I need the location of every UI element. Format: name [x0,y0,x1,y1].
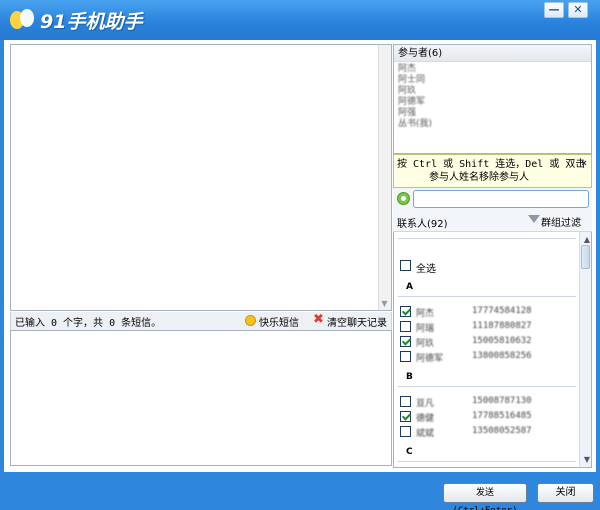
main-window: 91手机助手 — ✕ ▼ 已输入 0 个字，共 0 条短信。 快乐短信 ✖ 清空… [0,0,600,510]
participant-item[interactable]: 阿士同 [398,75,587,86]
group-filter-button[interactable]: 群组过滤 [541,214,581,229]
chat-history-pane[interactable]: ▼ [10,44,392,311]
contact-checkbox[interactable] [400,321,411,332]
minimize-button[interactable]: — [544,2,564,18]
group-letter: C [406,447,413,457]
select-all-row[interactable]: 全选 [394,258,580,275]
search-icon [397,192,410,205]
contact-search-input[interactable] [413,190,589,208]
tip-line-2: 参与人姓名移除参与人 [429,172,529,183]
contact-phone: 15005810632 [472,336,532,346]
participant-item[interactable]: 阿杰 [398,64,587,75]
divider [398,238,576,239]
participant-item[interactable]: 阿强 [398,108,587,119]
app-logo: 91手机助手 [10,7,142,33]
contact-checkbox[interactable] [400,426,411,437]
contact-phone: 13800858256 [472,351,532,361]
contact-name: 斌斌 [416,429,435,439]
smiley-icon[interactable] [245,315,256,326]
send-button[interactable]: 发送(Ctrl+Enter) [443,483,527,510]
select-all-label: 全选 [416,264,436,275]
group-letter: B [406,372,413,382]
contact-name: 亘凡 [416,399,435,409]
participant-item[interactable]: 丛书(我) [398,119,587,130]
tip-close-icon[interactable]: × [581,157,587,170]
group-divider [398,386,576,387]
logo-icon [10,8,36,32]
contact-phone: 15008787130 [472,396,532,406]
message-compose-input[interactable] [10,330,392,466]
close-button[interactable]: 关闭 [537,483,594,503]
contact-row[interactable]: 阿玖 15005810632 [394,334,580,349]
contacts-header: 联系人(92) 群组过滤 [393,210,592,232]
contact-phone: 17788516485 [472,411,532,421]
contact-row[interactable]: 阿德军 13800858256 [394,349,580,364]
contact-checkbox[interactable] [400,351,411,362]
contact-row[interactable]: 阿杰 17774584128 [394,304,580,319]
scroll-down-icon[interactable]: ▼ [380,299,389,308]
title-bar: 91手机助手 — ✕ [0,0,600,40]
scroll-down-icon[interactable]: ▼ [584,455,590,464]
contact-checkbox[interactable] [400,306,411,317]
tip-line-1: 按 Ctrl 或 Shift 连选，Del 或 双击 [397,159,586,170]
contact-row[interactable]: 亘凡 15008787130 [394,394,580,409]
contact-name: 阿玖 [416,339,435,349]
contact-phone: 17774584128 [472,306,532,316]
participant-item[interactable]: 阿玖 [398,86,587,97]
participant-item[interactable]: 阿德军 [398,97,587,108]
contacts-title: 联系人(92) [397,219,448,230]
participants-header: 参与者(6) [394,45,591,62]
contact-row[interactable]: 德健 17788516485 [394,409,580,424]
chat-history-scrollbar[interactable]: ▼ [378,45,391,310]
contact-checkbox[interactable] [400,396,411,407]
right-panel: 参与者(6) 阿杰 阿士同 阿玖 阿德军 阿强 丛书(我) 按 Ctrl 或 Shift … [393,44,592,468]
dialog-body: ▼ 已输入 0 个字，共 0 条短信。 快乐短信 ✖ 清空聊天记录 参与者(6)… [4,40,596,472]
contact-row[interactable]: 阿瑞 11187880827 [394,319,580,334]
contact-list-scrollbar[interactable]: ▲ ▼ [579,232,591,467]
app-title: 91手机助手 [40,10,143,33]
contact-name: 阿杰 [416,309,435,319]
contact-checkbox[interactable] [400,336,411,347]
search-row [393,188,592,210]
select-all-checkbox[interactable] [400,260,411,271]
contact-name: 阿德军 [416,354,444,364]
contact-phone: 13508052587 [472,426,532,436]
contact-name: 阿瑞 [416,324,435,334]
scroll-up-icon[interactable]: ▲ [584,235,590,244]
clear-history-link[interactable]: 清空聊天记录 [327,314,387,329]
hint-tip: 按 Ctrl 或 Shift 连选，Del 或 双击 参与人姓名移除参与人 × [393,154,592,188]
quick-sms-link[interactable]: 快乐短信 [259,314,299,329]
contact-list[interactable]: ▲ ▼ 全选 A 阿杰 17774584128 阿瑞 11187880827 阿玖 15005… [393,232,592,468]
group-divider [398,461,576,462]
group-divider [398,296,576,297]
clear-x-icon[interactable]: ✖ [313,313,325,326]
contact-name: 德健 [416,414,435,424]
window-close-button[interactable]: ✕ [568,2,588,18]
participants-items: 阿杰 阿士同 阿玖 阿德军 阿强 丛书(我) [394,62,591,132]
filter-icon[interactable] [528,215,540,223]
char-count-text: 已输入 0 个字，共 0 条短信。 [15,317,162,329]
contact-row[interactable]: 斌斌 13508052587 [394,424,580,439]
contact-checkbox[interactable] [400,411,411,422]
group-letter: A [406,282,413,292]
scroll-thumb[interactable] [581,245,590,269]
participants-list[interactable]: 参与者(6) 阿杰 阿士同 阿玖 阿德军 阿强 丛书(我) [393,44,592,154]
input-status-bar: 已输入 0 个字，共 0 条短信。 快乐短信 ✖ 清空聊天记录 [10,312,392,330]
contact-phone: 11187880827 [472,321,532,331]
